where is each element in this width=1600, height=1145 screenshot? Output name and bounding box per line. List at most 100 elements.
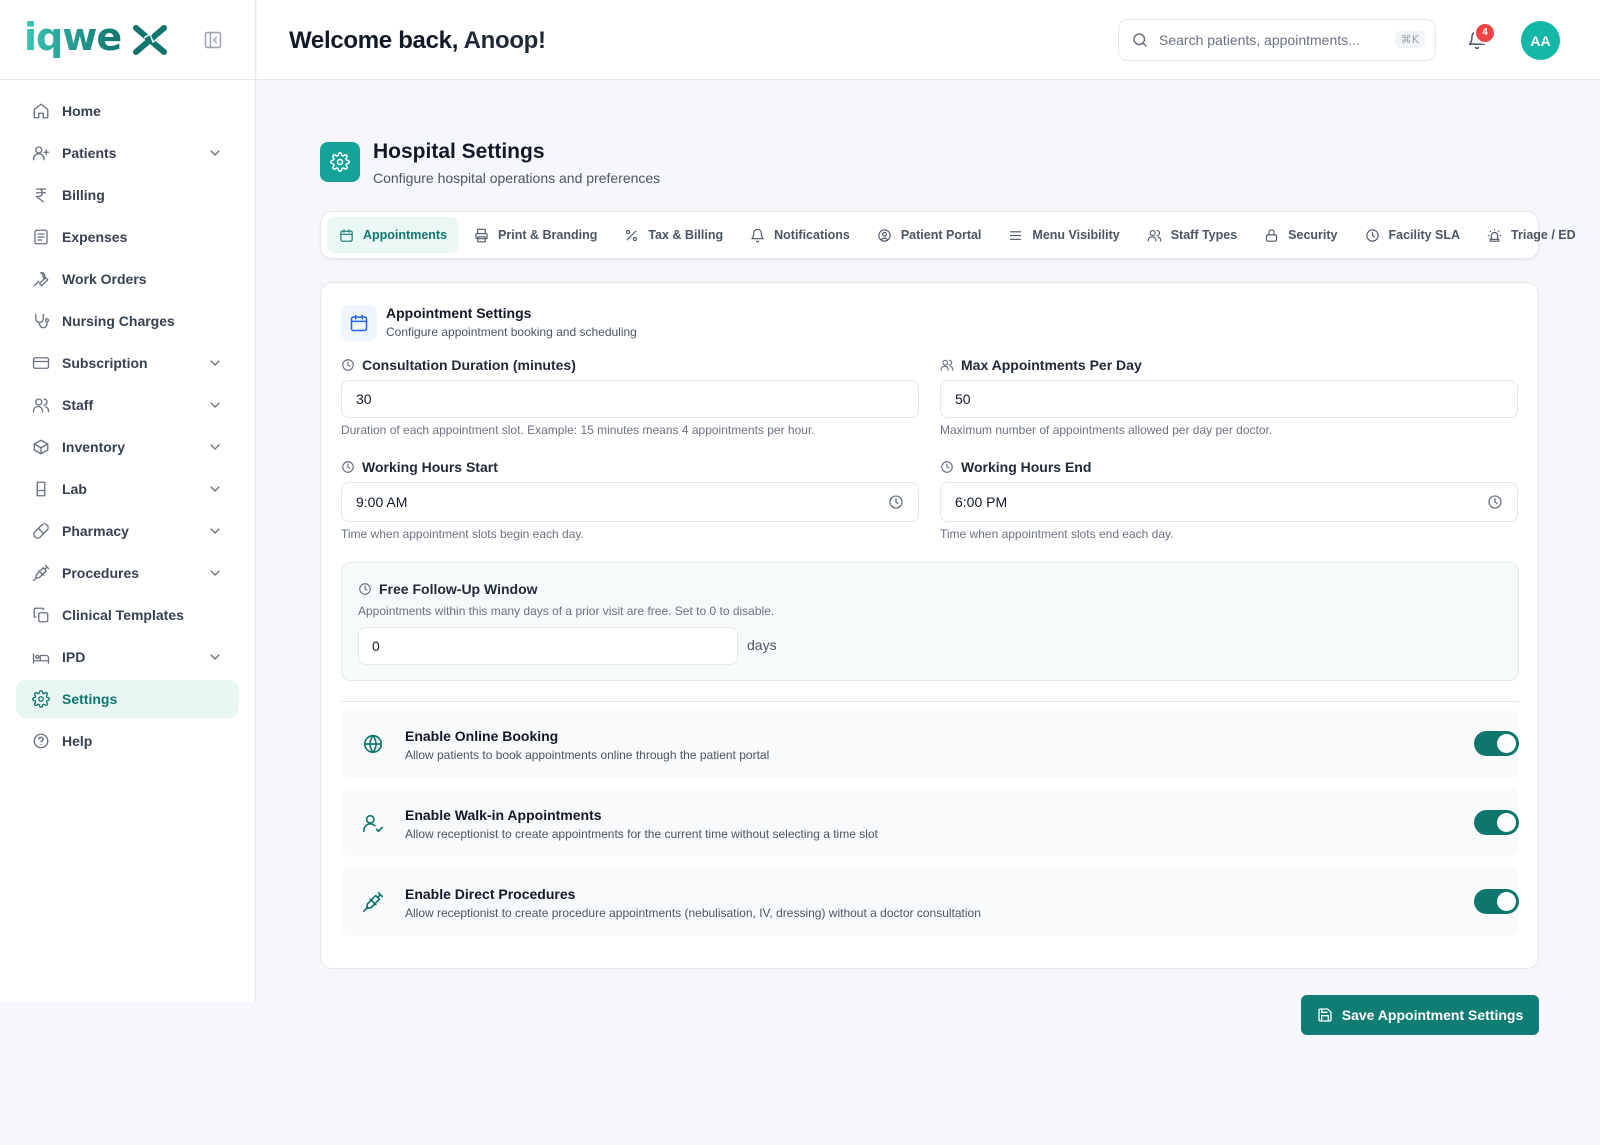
clock-icon	[940, 460, 954, 474]
sidebar-item-label: Pharmacy	[62, 523, 129, 539]
toggle-title: Enable Online Booking	[405, 728, 559, 744]
sidebar-item-expenses[interactable]: Expenses	[16, 218, 239, 256]
user-avatar[interactable]: AA	[1521, 21, 1560, 60]
tab-triage-ed[interactable]: Triage / ED	[1475, 217, 1588, 253]
chevron-down-icon[interactable]	[207, 649, 223, 665]
sidebar-item-billing[interactable]: Billing	[16, 176, 239, 214]
clock-icon	[1365, 228, 1380, 243]
clock-icon	[341, 358, 355, 372]
enable-direct-procedures-switch[interactable]	[1474, 889, 1519, 914]
bed-icon	[32, 648, 50, 666]
tab-label: Print & Branding	[498, 228, 598, 242]
switch-knob	[1497, 892, 1516, 911]
tab-patient-portal[interactable]: Patient Portal	[865, 217, 994, 253]
sidebar-item-pharmacy[interactable]: Pharmacy	[16, 512, 239, 550]
user-plus-icon	[32, 144, 50, 162]
enable-online-booking-switch[interactable]	[1474, 731, 1519, 756]
chevron-down-icon[interactable]	[207, 565, 223, 581]
working-hours-end-label: Working Hours End	[940, 459, 1091, 475]
time-picker-clock-icon[interactable]	[888, 494, 904, 510]
sidebar-item-patients[interactable]: Patients	[16, 134, 239, 172]
sidebar-item-label: Clinical Templates	[62, 607, 184, 623]
chevron-down-icon[interactable]	[207, 145, 223, 161]
working-hours-start-label: Working Hours Start	[341, 459, 498, 475]
save-appointment-settings-button[interactable]: Save Appointment Settings	[1301, 995, 1539, 1035]
save-button-label: Save Appointment Settings	[1341, 1007, 1524, 1023]
toggle-description: Allow patients to book appointments onli…	[405, 748, 770, 762]
sidebar-item-label: Billing	[62, 187, 105, 203]
free-follow-up-panel: Free Follow-Up Window Appointments withi…	[341, 562, 1519, 681]
tab-staff-types[interactable]: Staff Types	[1135, 217, 1249, 253]
tab-security[interactable]: Security	[1252, 217, 1349, 253]
sidebar-item-clinical-templates[interactable]: Clinical Templates	[16, 596, 239, 634]
enable-walk-in-appointments-switch[interactable]	[1474, 810, 1519, 835]
toggle-title: Enable Walk-in Appointments	[405, 807, 602, 823]
sidebar-item-inventory[interactable]: Inventory	[16, 428, 239, 466]
tab-label: Menu Visibility	[1032, 228, 1120, 242]
sidebar-item-ipd[interactable]: IPD	[16, 638, 239, 676]
package-icon	[32, 438, 50, 456]
switch-knob	[1497, 813, 1516, 832]
sidebar-item-label: Lab	[62, 481, 87, 497]
settings-tabs: Appointments Print & Branding Tax & Billin…	[320, 211, 1576, 259]
toggle-row-enable-online-booking: Enable Online Booking Allow patients to b…	[341, 709, 1519, 778]
follow-up-days-input[interactable]: 0	[358, 627, 738, 665]
tab-label: Triage / ED	[1511, 228, 1576, 242]
global-search[interactable]: ⌘K	[1118, 19, 1436, 61]
sidebar-item-label: Settings	[62, 691, 118, 707]
working-hours-end-value: 6:00 PM	[955, 494, 1008, 510]
tab-label: Patient Portal	[900, 228, 982, 242]
consultation-duration-input[interactable]: 30	[341, 380, 919, 418]
sidebar: iqwe Home Patients Billing Expenses Work Ord…	[0, 0, 256, 1002]
welcome-user-name: Anoop!	[463, 27, 546, 54]
sidebar-item-label: IPD	[62, 649, 86, 665]
max-appointments-input[interactable]: 50	[940, 380, 1518, 418]
sidebar-item-help[interactable]: Help	[16, 722, 239, 760]
syringe-icon	[32, 564, 50, 582]
wrench-icon	[32, 270, 50, 288]
sidebar-item-work-orders[interactable]: Work Orders	[16, 260, 239, 298]
chevron-down-icon[interactable]	[207, 355, 223, 371]
page-subtitle: Configure hospital operations and prefer…	[373, 170, 661, 186]
max-appointments-help: Maximum number of appointments allowed p…	[940, 423, 1273, 437]
working-hours-end-input[interactable]: 6:00 PM	[940, 482, 1518, 522]
sidebar-collapse-icon[interactable]	[203, 30, 223, 50]
percent-icon	[624, 228, 639, 243]
tab-menu-visibility[interactable]: Menu Visibility	[996, 217, 1131, 253]
sidebar-item-label: Help	[62, 733, 93, 749]
brand-logo[interactable]: iqwe	[24, 16, 172, 60]
sidebar-item-settings[interactable]: Settings	[16, 680, 239, 718]
help-circle-icon	[32, 732, 50, 750]
chevron-down-icon[interactable]	[207, 397, 223, 413]
credit-card-icon	[32, 354, 50, 372]
calendar-icon	[339, 228, 354, 243]
working-hours-start-help: Time when appointment slots begin each d…	[341, 527, 584, 541]
menu-icon	[1008, 228, 1023, 243]
tab-facility-sla[interactable]: Facility SLA	[1353, 217, 1473, 253]
sidebar-item-staff[interactable]: Staff	[16, 386, 239, 424]
clock-icon	[358, 582, 372, 596]
gear-icon	[32, 690, 50, 708]
sidebar-item-lab[interactable]: Lab	[16, 470, 239, 508]
sidebar-item-home[interactable]: Home	[16, 92, 239, 130]
sidebar-item-label: Staff	[62, 397, 94, 413]
sidebar-header: iqwe	[0, 0, 255, 80]
svg-text:iqwe: iqwe	[24, 16, 121, 59]
tab-print-branding[interactable]: Print & Branding	[462, 217, 609, 253]
tab-appointments[interactable]: Appointments	[327, 217, 460, 253]
toggle-row-enable-walk-in-appointments: Enable Walk-in Appointments Allow recepti…	[341, 788, 1519, 857]
chevron-down-icon[interactable]	[207, 523, 223, 539]
sidebar-item-nursing-charges[interactable]: Nursing Charges	[16, 302, 239, 340]
search-input[interactable]	[1159, 32, 1359, 48]
tab-tax-billing[interactable]: Tax & Billing	[612, 217, 735, 253]
sidebar-item-procedures[interactable]: Procedures	[16, 554, 239, 592]
chevron-down-icon[interactable]	[207, 481, 223, 497]
sidebar-item-label: Procedures	[62, 565, 140, 581]
chevron-down-icon[interactable]	[207, 439, 223, 455]
sidebar-item-subscription[interactable]: Subscription	[16, 344, 239, 382]
brand-logo-mark: iqwe	[24, 16, 167, 59]
tab-notifications[interactable]: Notifications	[738, 217, 862, 253]
welcome-greeting: Welcome back,	[289, 27, 459, 54]
working-hours-start-input[interactable]: 9:00 AM	[341, 482, 919, 522]
time-picker-clock-icon[interactable]	[1487, 494, 1503, 510]
